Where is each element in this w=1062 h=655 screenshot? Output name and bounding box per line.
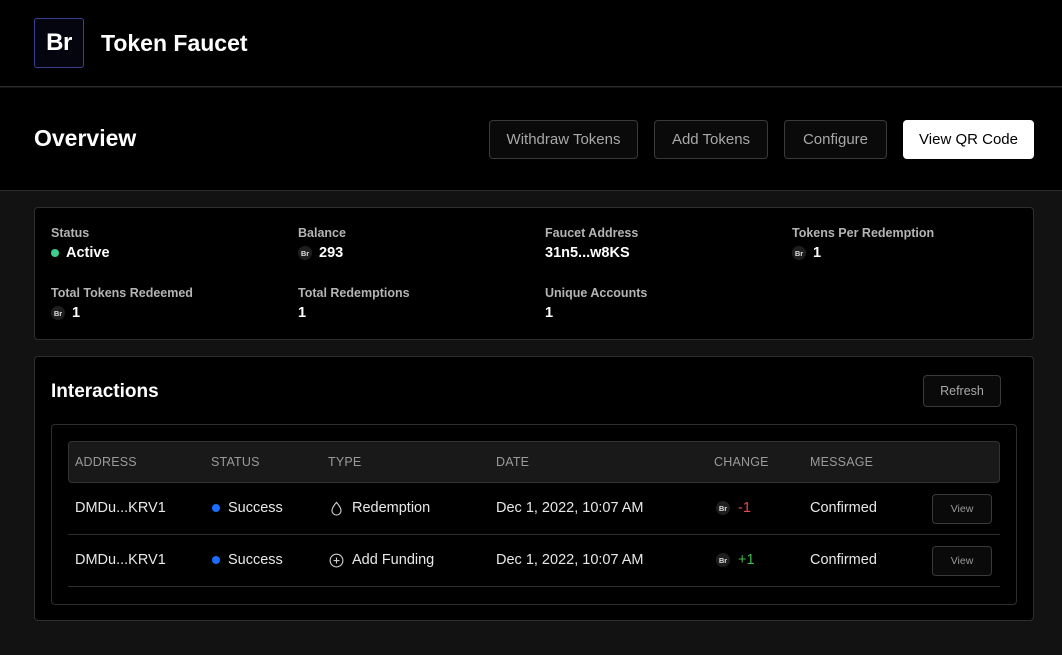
stat-balance: Balance Br 293 — [298, 226, 346, 261]
stat-total-redemptions: Total Redemptions 1 — [298, 286, 410, 321]
stat-label: Total Redemptions — [298, 286, 410, 300]
row-status: Success — [212, 552, 283, 568]
column-header-type: TYPE — [328, 455, 362, 469]
stat-label: Unique Accounts — [545, 286, 648, 300]
row-status-label: Success — [228, 500, 283, 516]
droplet-icon — [331, 501, 342, 516]
table-row: DMDu...KRV1 Success Redemption Dec 1, 20… — [68, 483, 1000, 535]
row-date: Dec 1, 2022, 10:07 AM — [496, 552, 644, 568]
success-dot — [212, 504, 220, 512]
row-status-label: Success — [228, 552, 283, 568]
row-message: Confirmed — [810, 500, 877, 516]
column-header-message: MESSAGE — [810, 455, 874, 469]
stat-label: Faucet Address — [545, 226, 639, 240]
configure-button[interactable]: Configure — [784, 120, 887, 159]
top-bar: Br Token Faucet — [0, 0, 1062, 87]
stat-value: 1 — [813, 245, 822, 261]
column-header-change: CHANGE — [714, 455, 769, 469]
interactions-table: ADDRESS STATUS TYPE DATE CHANGE MESSAGE … — [51, 424, 1017, 605]
stat-status: Status Active — [51, 226, 110, 261]
stat-tokens-per-redemption: Tokens Per Redemption Br 1 — [792, 226, 934, 261]
row-address: DMDu...KRV1 — [75, 552, 166, 568]
stat-faucet-address: Faucet Address 31n5...w8KS — [545, 226, 638, 261]
row-change: Br -1 — [716, 500, 751, 516]
table-row: DMDu...KRV1 Success Add Funding Dec 1, 2… — [68, 535, 1000, 587]
change-value: +1 — [738, 552, 755, 568]
row-date: Dec 1, 2022, 10:07 AM — [496, 500, 644, 516]
status-dot — [51, 249, 59, 257]
stat-label: Tokens Per Redemption — [792, 226, 935, 240]
table-header: ADDRESS STATUS TYPE DATE CHANGE MESSAGE — [68, 441, 1000, 483]
column-header-date: DATE — [496, 455, 530, 469]
row-type-label: Add Funding — [352, 552, 435, 568]
token-icon: Br — [792, 246, 806, 260]
stat-label: Status — [51, 226, 90, 240]
interactions-title: Interactions — [51, 381, 159, 402]
page-header: Overview Withdraw Tokens Add Tokens Conf… — [0, 88, 1062, 191]
row-change: Br +1 — [716, 552, 755, 568]
stat-value: Active — [66, 245, 110, 261]
stat-value[interactable]: 31n5...w8KS — [545, 245, 630, 261]
view-button[interactable]: View — [932, 494, 992, 524]
add-tokens-button[interactable]: Add Tokens — [654, 120, 768, 159]
stat-total-tokens-redeemed: Total Tokens Redeemed Br 1 — [51, 286, 193, 321]
app-title: Token Faucet — [101, 30, 248, 56]
token-icon: Br — [716, 553, 730, 567]
view-button[interactable]: View — [932, 546, 992, 576]
row-type-label: Redemption — [352, 500, 431, 516]
token-icon: Br — [716, 501, 730, 515]
column-header-status: STATUS — [211, 455, 260, 469]
success-dot — [212, 556, 220, 564]
stat-label: Total Tokens Redeemed — [51, 286, 193, 300]
change-value: -1 — [738, 500, 751, 516]
row-type: Redemption — [329, 500, 430, 516]
row-type: Add Funding — [329, 552, 434, 568]
app-logo[interactable]: Br — [34, 18, 84, 68]
row-status: Success — [212, 500, 283, 516]
stat-value: 1 — [72, 305, 81, 321]
token-icon: Br — [51, 306, 65, 320]
interactions-card: Interactions Refresh ADDRESS STATUS TYPE… — [34, 356, 1034, 621]
stat-label: Balance — [298, 226, 346, 240]
stat-unique-accounts: Unique Accounts 1 — [545, 286, 647, 321]
withdraw-tokens-button[interactable]: Withdraw Tokens — [489, 120, 638, 159]
row-message: Confirmed — [810, 552, 877, 568]
stat-value: 1 — [545, 305, 554, 321]
stat-value: 1 — [298, 305, 307, 321]
token-icon: Br — [298, 246, 312, 260]
stat-value: 293 — [319, 245, 344, 261]
stats-card: Status Active Balance Br 293 Faucet Addr… — [34, 207, 1034, 340]
refresh-button[interactable]: Refresh — [923, 375, 1001, 407]
logo-text: Br — [46, 29, 72, 56]
column-header-address: ADDRESS — [75, 455, 137, 469]
view-qr-code-button[interactable]: View QR Code — [903, 120, 1034, 159]
plus-circle-icon — [329, 553, 344, 567]
row-address: DMDu...KRV1 — [75, 500, 166, 516]
page-title: Overview — [34, 125, 137, 151]
